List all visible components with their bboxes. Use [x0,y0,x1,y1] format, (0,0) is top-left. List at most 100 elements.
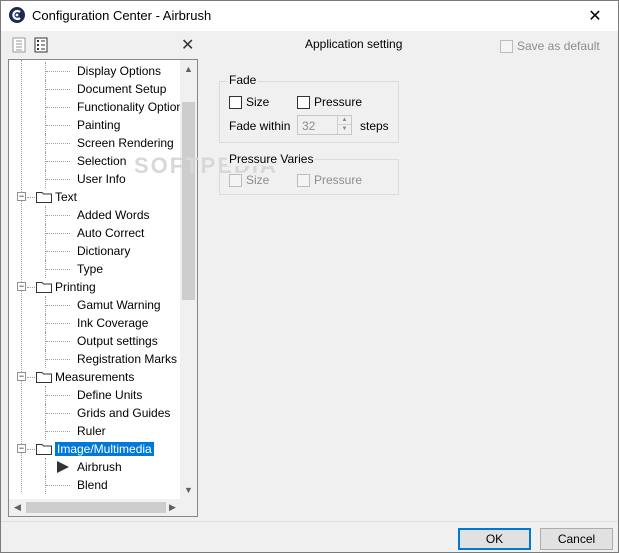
scroll-down-icon[interactable]: ▼ [180,485,197,495]
tree-item-selection[interactable]: Selection [77,152,126,170]
tree-row-label: Define Units [77,388,143,402]
tree-category-printing[interactable]: Printing [55,278,96,296]
vertical-scroll-thumb[interactable] [182,102,195,300]
tree-horizontal-scrollbar[interactable]: ◀ ▶ [9,499,181,516]
tree-connector [46,413,70,414]
fade-pressure-check-box[interactable] [297,95,310,109]
scroll-right-icon[interactable]: ▶ [164,502,181,513]
tree-item-painting[interactable]: Painting [77,116,120,134]
pv-size-checkbox[interactable]: Size [229,173,269,187]
tree-collapse-icon[interactable]: − [17,444,26,453]
tree-vertical-scrollbar[interactable]: ▲ ▼ [180,60,197,500]
pv-pressure-checkbox[interactable]: Pressure [297,173,362,187]
scroll-left-icon[interactable]: ◀ [9,502,26,513]
tree-view-icon[interactable] [33,37,49,53]
cancel-button[interactable]: Cancel [540,528,613,550]
fade-size-check-box[interactable] [229,95,242,109]
tree-collapse-icon[interactable]: − [17,192,26,201]
scroll-up-icon[interactable]: ▲ [180,64,197,74]
tree-collapse-icon[interactable]: − [17,372,26,381]
tree-row-label: Blend [77,478,108,492]
tree-item-user-info[interactable]: User Info [77,170,126,188]
tree-connector [46,143,70,144]
list-view-icon[interactable] [11,37,27,53]
tree-row-label: Type [77,262,104,276]
fade-pressure-checkbox[interactable]: Pressure [297,95,362,109]
tree-item-blend[interactable]: Blend [77,476,108,494]
section-title: Application setting [305,37,403,51]
stepper-buttons[interactable]: ▲ ▼ [337,116,351,134]
tree-connector [46,323,70,324]
pv-pressure-check-box[interactable] [297,173,310,187]
save-default-label: Save as default [517,39,600,53]
tree-connector [46,341,70,342]
tree-item-type[interactable]: Type [77,260,103,278]
fade-pressure-label: Pressure [314,95,363,109]
tree-row-label: Dictionary [77,244,131,258]
tree-connector [46,179,70,180]
fade-group-title: Fade [227,73,259,87]
save-default-check-box[interactable] [500,39,513,53]
tree-item-functionality-options[interactable]: Functionality Options [77,98,181,116]
pv-size-check-box[interactable] [229,173,242,187]
tree-item-define-units[interactable]: Define Units [77,386,142,404]
tree-category-measurements[interactable]: Measurements [55,368,134,386]
folder-icon [36,372,52,383]
pv-pressure-label: Pressure [314,173,363,187]
tree-row-label: Display Options [77,64,162,78]
tree-row-label: Text [55,190,78,204]
tree-item-ruler[interactable]: Ruler [77,422,106,440]
fade-within-value: 32 [302,119,316,133]
tree-row-label: Ink Coverage [77,316,149,330]
tree-connector [46,251,70,252]
clear-icon[interactable]: ✕ [181,35,194,55]
tree-item-registration-marks[interactable]: Registration Marks [77,350,177,368]
tree-collapse-icon[interactable]: − [17,282,26,291]
tree-item-ink-coverage[interactable]: Ink Coverage [77,314,148,332]
tree-row-label: Added Words [77,208,150,222]
tree-category-image-multimedia[interactable]: Image/Multimedia [55,440,154,458]
category-tree[interactable]: Display Options Document Setup Functionali… [8,59,198,517]
tree-connector [46,125,70,126]
tree-connector [46,233,70,234]
tree-row-label: Measurements [55,370,135,384]
tree-row-label: Image/Multimedia [55,442,154,456]
fade-within-stepper[interactable]: 32 ▲ ▼ [297,115,352,135]
window-title: Configuration Center - Airbrush [32,8,212,23]
tree-content: Display Options Document Setup Functionali… [9,60,181,500]
tree-item-output-settings[interactable]: Output settings [77,332,158,350]
window-close-button[interactable]: ✕ [572,1,618,31]
pv-size-label: Size [246,173,270,187]
save-as-default-checkbox[interactable]: Save as default [500,39,600,53]
ok-button[interactable]: OK [458,528,531,550]
app-logo-icon [9,7,25,23]
stepper-down-icon[interactable]: ▼ [338,125,351,134]
tree-connector [46,485,70,486]
config-window: Configuration Center - Airbrush ✕ ✕ Appl… [0,0,619,553]
tree-connector [46,269,70,270]
tree-item-airbrush[interactable]: Airbrush [77,458,122,476]
folder-icon [36,282,52,293]
tree-item-display-options[interactable]: Display Options [77,62,161,80]
tree-item-document-setup[interactable]: Document Setup [77,80,166,98]
fade-size-checkbox[interactable]: Size [229,95,269,109]
tree-item-screen-rendering[interactable]: Screen Rendering [77,134,174,152]
tree-row-label: Grids and Guides [77,406,171,420]
tree-connector [46,161,70,162]
tree-row-label: Selection [77,154,127,168]
tree-row-label: Registration Marks [77,352,178,366]
tree-row-label: Functionality Options [77,100,181,114]
stepper-up-icon[interactable]: ▲ [338,116,351,125]
tree-item-added-words[interactable]: Added Words [77,206,150,224]
horizontal-scroll-thumb[interactable] [26,502,166,513]
tree-item-dictionary[interactable]: Dictionary [77,242,130,260]
tree-connector [27,197,35,198]
tree-item-grids-and-guides[interactable]: Grids and Guides [77,404,170,422]
tree-row-label: Document Setup [77,82,167,96]
tree-item-gamut-warning[interactable]: Gamut Warning [77,296,161,314]
fade-within-label: Fade within [229,119,291,133]
tree-row-label: Painting [77,118,121,132]
tree-category-text[interactable]: Text [55,188,77,206]
tree-item-auto-correct[interactable]: Auto Correct [77,224,144,242]
folder-icon [36,192,52,203]
